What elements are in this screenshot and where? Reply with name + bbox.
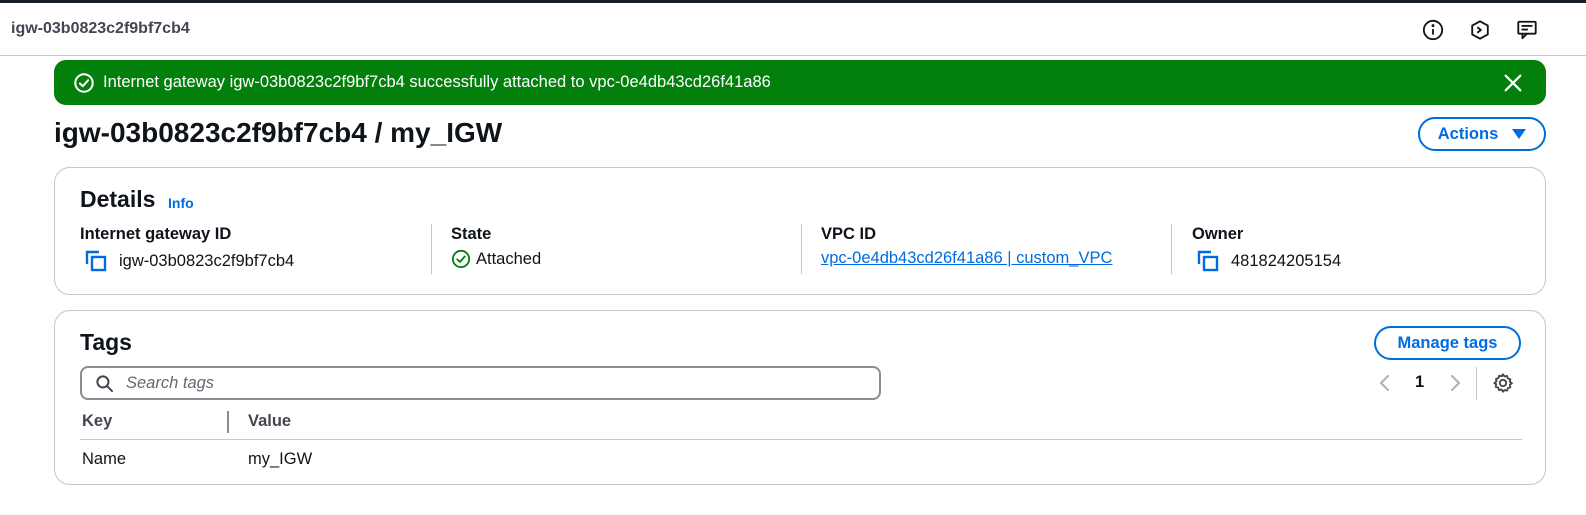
tags-panel: Tags 1 Key Value Name my_IGW	[54, 310, 1546, 485]
column-divider	[801, 224, 802, 274]
chevron-right-icon[interactable]	[1447, 372, 1463, 394]
vpc-link[interactable]: vpc-0e4db43cd26f41a86 | custom_VPC	[821, 249, 1112, 268]
copy-icon[interactable]	[84, 249, 108, 273]
caret-down-icon	[1512, 129, 1527, 139]
column-header-key[interactable]: Key	[82, 412, 112, 431]
tag-key-cell: Name	[82, 450, 127, 468]
column-resize-handle[interactable]	[227, 411, 229, 433]
feedback-icon[interactable]	[1516, 19, 1538, 41]
pager-divider	[1476, 367, 1477, 400]
flash-message: Internet gateway igw-03b0823c2f9bf7cb4 s…	[103, 73, 771, 91]
info-icon[interactable]	[1422, 19, 1444, 41]
detail-value: igw-03b0823c2f9bf7cb4	[119, 251, 295, 270]
info-link[interactable]: Info	[168, 195, 194, 211]
actions-button[interactable]: Actions	[1418, 117, 1546, 151]
copy-icon[interactable]	[1196, 249, 1220, 273]
tag-search	[80, 366, 881, 400]
page-title: igw-03b0823c2f9bf7cb4 / my_IGW	[54, 117, 503, 148]
gear-icon[interactable]	[1492, 372, 1514, 394]
column-header-value[interactable]: Value	[248, 412, 291, 431]
page-number[interactable]: 1	[1415, 373, 1424, 392]
success-check-icon	[74, 73, 94, 93]
column-divider	[1171, 224, 1172, 274]
detail-internet-gateway-id: Internet gateway ID igw-03b0823c2f9bf7cb…	[80, 225, 294, 274]
detail-label: State	[451, 225, 492, 243]
success-flash-banner: Internet gateway igw-03b0823c2f9bf7cb4 s…	[54, 60, 1546, 105]
cloudshell-icon[interactable]	[1469, 19, 1491, 41]
table-divider	[80, 439, 1522, 440]
search-input[interactable]	[126, 372, 866, 394]
breadcrumb: igw-03b0823c2f9bf7cb4	[11, 20, 190, 37]
detail-label: VPC ID	[821, 225, 877, 243]
top-bar: igw-03b0823c2f9bf7cb4	[0, 0, 1586, 56]
actions-label: Actions	[1437, 124, 1499, 143]
column-divider	[431, 224, 432, 274]
detail-label: Internet gateway ID	[80, 225, 232, 243]
manage-tags-button[interactable]: Manage tags	[1374, 326, 1521, 360]
details-heading: Details	[80, 186, 156, 212]
detail-vpc-id: VPC ID vpc-0e4db43cd26f41a86 | custom_VP…	[821, 225, 1112, 274]
close-icon[interactable]	[1502, 72, 1524, 94]
state-value: Attached	[476, 249, 542, 268]
detail-state: State Attached	[451, 225, 541, 274]
tags-heading: Tags	[80, 329, 132, 355]
detail-label: Owner	[1192, 225, 1244, 243]
chevron-left-icon[interactable]	[1377, 372, 1393, 394]
tag-value-cell: my_IGW	[248, 450, 313, 468]
success-status-icon	[451, 249, 471, 269]
detail-value: 481824205154	[1231, 251, 1342, 270]
detail-owner: Owner 481824205154	[1192, 225, 1341, 274]
details-panel: Details Info Internet gateway ID igw-03b…	[54, 167, 1546, 295]
search-icon	[96, 375, 114, 393]
